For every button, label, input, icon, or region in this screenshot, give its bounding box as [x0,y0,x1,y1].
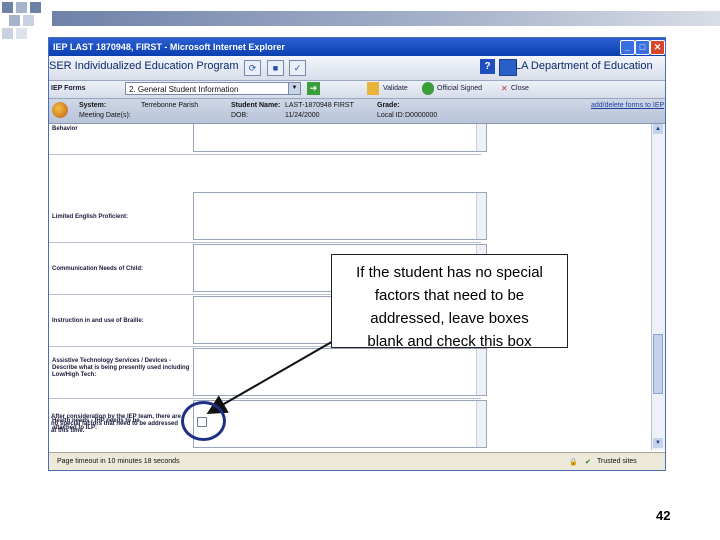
spellcheck-icon[interactable]: ✓ [289,60,306,76]
textarea-scrollbar[interactable] [476,124,486,151]
dob-value: 11/24/2000 [285,112,320,119]
form-select[interactable]: 2. General Student Information ▼ [125,82,301,95]
meeting-date-label: Meeting Date(s): [79,112,131,119]
close-x-icon[interactable]: ✕ [501,84,508,93]
dob-label: DOB: [231,112,249,119]
local-id-value: D0000000 [405,112,438,119]
field-label: Assistive Technology Services / Devices … [52,358,190,378]
close-form-button[interactable]: Close [511,85,529,92]
official-signed-button[interactable]: Official Signed [437,85,482,92]
decor-square [9,15,20,26]
scroll-up-icon[interactable]: ▲ [653,124,663,134]
highlight-circle [181,401,226,441]
app-title: SER Individualized Education Program [49,60,239,72]
callout-line: blank and check this box [367,333,532,350]
decor-square [2,28,13,39]
textarea-scrollbar[interactable] [476,349,486,395]
textarea-scrollbar[interactable] [476,401,486,447]
system-value: Terrebonne Parish [141,102,199,109]
field-label: After consideration by the IEP team, the… [51,414,181,434]
student-info-bar: System: Terrebonne Parish Student Name: … [49,99,665,124]
decor-square [16,28,27,39]
go-arrow-icon[interactable]: ➔ [307,82,320,95]
trusted-check-icon: ✔ [585,459,591,466]
status-bar: Page timeout in 10 minutes 18 seconds 🔒 … [49,452,665,470]
validate-button[interactable]: Validate [383,85,408,92]
window-title: IEP LAST 1870948, FIRST - Microsoft Inte… [53,42,285,52]
assistive-tech-textarea[interactable] [193,348,487,396]
decor-square [16,2,27,13]
chevron-down-icon: ▼ [288,83,300,94]
signed-icon[interactable] [422,82,434,95]
page-timeout-text: Page timeout in 10 minutes 18 seconds [57,458,180,465]
lock-icon: 🔒 [569,459,578,466]
field-label: Instruction in and use of Braille: [52,318,144,324]
logo-icon [52,102,68,118]
callout-line: If the student has no special [356,264,543,281]
decor-square [30,2,41,13]
help-icon[interactable]: ? [480,59,495,74]
department-title: LA Department of Education [515,60,653,72]
refresh-icon[interactable]: ⟳ [244,60,261,76]
field-label: Behavior [52,126,78,132]
scroll-down-icon[interactable]: ▼ [653,438,663,448]
system-label: System: [79,102,107,109]
maximize-button[interactable]: □ [635,40,650,55]
scrollbar-thumb[interactable] [653,334,663,394]
callout-line: addressed, leave boxes [370,310,529,327]
instruction-callout: If the student has no special factors th… [331,254,568,350]
validate-icon[interactable] [367,82,379,95]
field-label: Communication Needs of Child: [52,266,144,272]
page-scrollbar[interactable]: ▲ ▼ [651,124,665,450]
minimize-button[interactable]: _ [620,40,635,55]
row-divider [49,398,481,399]
decor-square [23,15,34,26]
student-name-label: Student Name: [231,102,281,109]
callout-line: factors that need to be [374,287,525,304]
add-delete-forms-link[interactable]: add/delete forms to IEP [591,102,664,109]
slide-header-bar [52,11,720,26]
grade-label: Grade: [377,102,400,109]
slide-page-number: 42 [656,508,671,523]
save-icon[interactable]: ■ [267,60,284,76]
zone-text: Trusted sites [597,458,637,465]
form-select-value: 2. General Student Information [129,85,239,94]
field-label: Limited English Proficient: [52,214,129,220]
row-divider [49,154,481,155]
student-name-value: LAST-1870948 FIRST [285,102,354,109]
health-needs-textarea[interactable] [193,400,487,448]
local-id-label: Local ID: [377,112,405,119]
textarea-scrollbar[interactable] [476,193,486,239]
app-toolbar: SER Individualized Education Program ⟳ ■… [49,56,665,81]
window-titlebar: IEP LAST 1870948, FIRST - Microsoft Inte… [49,38,665,56]
row-divider [49,242,481,243]
forms-label: IEP Forms [51,85,86,92]
close-button[interactable]: ✕ [650,40,665,55]
lep-textarea[interactable] [193,192,487,240]
behavior-textarea[interactable] [193,124,487,152]
forms-bar: IEP Forms 2. General Student Information… [49,81,665,99]
decor-square [2,2,13,13]
